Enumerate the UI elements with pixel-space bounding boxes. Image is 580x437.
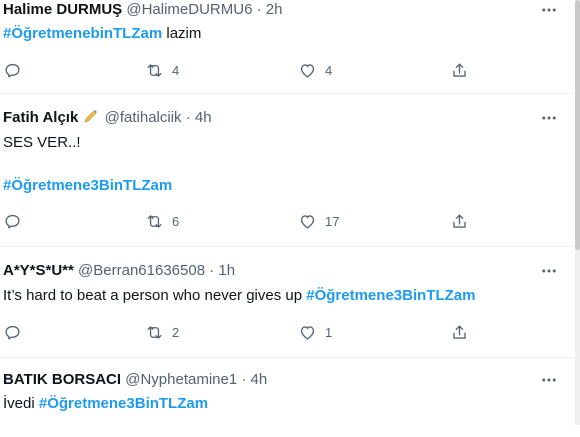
- separator-dot: ·: [241, 371, 247, 388]
- separator-dot: ·: [256, 1, 262, 18]
- tweet[interactable]: Halime DURMUŞ @HalimeDURMU6 · 2h #Öğretm…: [0, 0, 575, 94]
- tweet-header: BATIK BORSACI @Nyphetamine1 · 4h: [3, 370, 267, 390]
- hashtag-link[interactable]: #ÖğretmenebinTLZam: [3, 25, 162, 42]
- reply-button[interactable]: [3, 210, 30, 232]
- reply-icon: [5, 325, 20, 340]
- author-name[interactable]: BATIK BORSACI: [3, 371, 121, 388]
- retweet-button[interactable]: 4: [145, 59, 179, 81]
- retweet-icon: [147, 63, 162, 77]
- share-icon: [453, 62, 466, 77]
- more-options-button[interactable]: [539, 108, 559, 128]
- more-icon: [542, 8, 556, 12]
- share-icon: [453, 324, 466, 339]
- heart-icon: [300, 325, 315, 340]
- tweet-text: İvedi #Öğretmene3BinTLZam: [3, 394, 208, 414]
- tweet-header: Halime DURMUŞ @HalimeDURMU6 · 2h: [3, 0, 282, 20]
- retweet-icon: [147, 214, 162, 228]
- more-icon: [542, 378, 556, 382]
- timestamp[interactable]: 1h: [218, 262, 235, 279]
- action-bar: 2 1: [0, 321, 575, 343]
- retweet-button[interactable]: 6: [145, 210, 179, 232]
- more-options-button[interactable]: [539, 0, 559, 20]
- like-button[interactable]: 4: [298, 59, 332, 81]
- more-options-button[interactable]: [539, 261, 559, 281]
- hashtag-link[interactable]: #Öğretmene3BinTLZam: [39, 395, 208, 412]
- like-button[interactable]: 17: [298, 210, 339, 232]
- tweet-header: A*Y*S*U** @Berran61636508 · 1h: [3, 261, 235, 281]
- retweet-icon: [147, 325, 162, 339]
- retweet-count: 6: [172, 213, 180, 229]
- more-icon: [542, 116, 556, 120]
- like-button[interactable]: 1: [298, 321, 332, 343]
- like-count: 1: [325, 324, 333, 340]
- tweet-text-after: lazim: [162, 25, 202, 42]
- writing-hand-icon: [83, 108, 99, 124]
- author-handle[interactable]: @fatihalciik: [105, 109, 182, 126]
- tweet-text: It’s hard to beat a person who never giv…: [3, 286, 475, 306]
- author-handle[interactable]: @Berran61636508: [78, 262, 205, 279]
- hashtag-link[interactable]: #Öğretmene3BinTLZam: [3, 177, 172, 194]
- separator-dot: ·: [209, 262, 215, 279]
- tweet-text-before: It’s hard to beat a person who never giv…: [3, 287, 307, 304]
- tweet-text-before: İvedi: [3, 395, 39, 412]
- author-handle[interactable]: @HalimeDURMU6: [126, 1, 252, 18]
- tweet[interactable]: Fatih Alçık @fatihalciik · 4h SES VER..!…: [0, 94, 575, 247]
- like-count: 17: [325, 213, 340, 229]
- share-icon: [453, 213, 466, 228]
- more-icon: [542, 269, 556, 273]
- author-name[interactable]: A*Y*S*U**: [3, 262, 74, 279]
- author-name[interactable]: Fatih Alçık: [3, 109, 78, 126]
- separator-dot: ·: [185, 109, 191, 126]
- retweet-button[interactable]: 2: [145, 321, 179, 343]
- heart-icon: [300, 63, 315, 78]
- share-button[interactable]: [450, 210, 469, 232]
- retweet-count: 4: [172, 62, 180, 78]
- reply-icon: [5, 214, 20, 229]
- more-options-button[interactable]: [539, 370, 559, 390]
- hashtag-link[interactable]: #Öğretmene3BinTLZam: [306, 287, 475, 304]
- timestamp[interactable]: 2h: [266, 1, 283, 18]
- tweet-text: #ÖğretmenebinTLZam lazim: [3, 24, 201, 44]
- reply-button[interactable]: [3, 59, 30, 81]
- action-bar: 4 4: [0, 59, 575, 81]
- action-bar: 6 17: [0, 210, 575, 232]
- author-name[interactable]: Halime DURMUŞ: [3, 1, 122, 18]
- timestamp[interactable]: 4h: [195, 109, 212, 126]
- retweet-count: 2: [172, 324, 180, 340]
- tweet[interactable]: A*Y*S*U** @Berran61636508 · 1h It’s hard…: [0, 246, 575, 358]
- share-button[interactable]: [450, 321, 469, 343]
- tweet-header: Fatih Alçık @fatihalciik · 4h: [3, 108, 212, 128]
- timestamp[interactable]: 4h: [251, 371, 268, 388]
- reply-icon: [5, 63, 20, 78]
- like-count: 4: [325, 62, 333, 78]
- heart-icon: [300, 214, 315, 229]
- author-handle[interactable]: @Nyphetamine1: [125, 371, 237, 388]
- tweet[interactable]: BATIK BORSACI @Nyphetamine1 · 4h İvedi #…: [0, 357, 575, 437]
- scrollbar-thumb[interactable]: [575, 0, 580, 250]
- reply-button[interactable]: [3, 321, 30, 343]
- tweet-text: SES VER..!: [3, 134, 81, 151]
- share-button[interactable]: [450, 59, 469, 81]
- tweet-text-hashtag-line: #Öğretmene3BinTLZam: [3, 176, 172, 196]
